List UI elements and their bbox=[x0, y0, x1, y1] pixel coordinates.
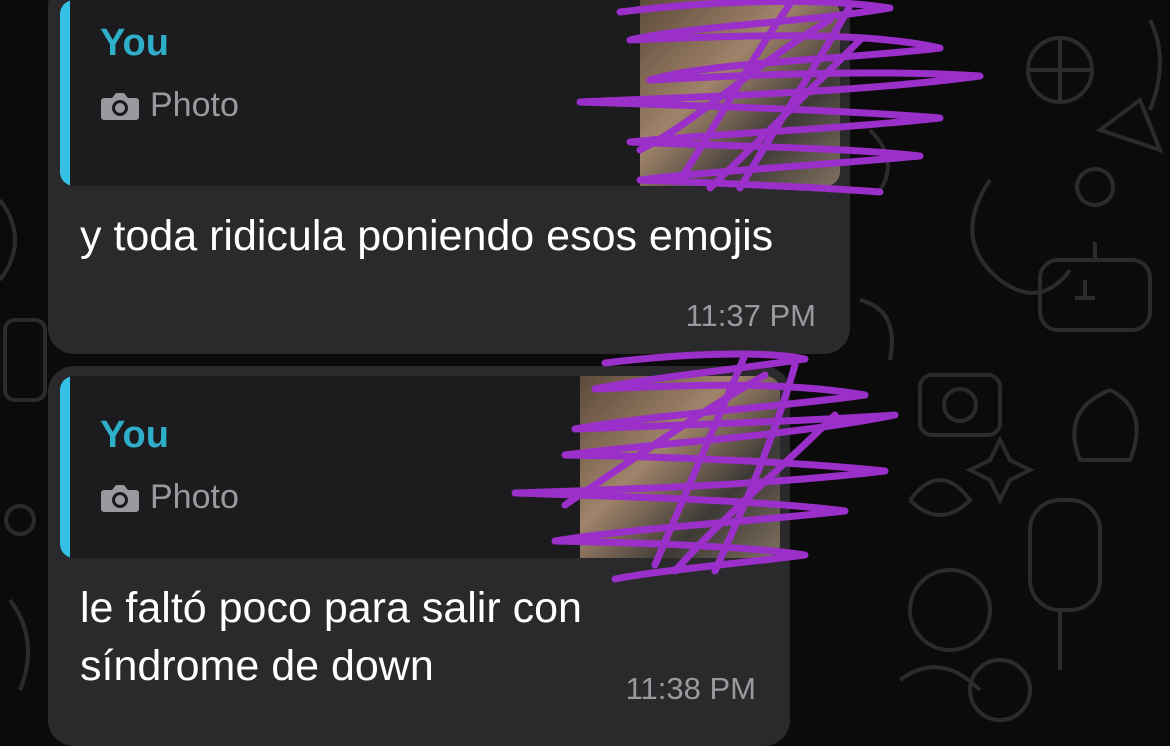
quoted-media-text: Photo bbox=[150, 478, 239, 516]
quoted-photo-thumbnail bbox=[640, 0, 840, 186]
message-bubble[interactable]: You Photo y toda ridicula poniendo esos … bbox=[48, 0, 850, 354]
quoted-author: You bbox=[100, 414, 169, 456]
camera-icon bbox=[101, 92, 139, 120]
quoted-message[interactable]: You Photo bbox=[60, 0, 840, 186]
message-text: y toda ridicula poniendo esos emojis bbox=[80, 212, 774, 260]
quoted-photo-thumbnail bbox=[580, 376, 780, 558]
message-timestamp: 11:37 PM bbox=[685, 298, 816, 333]
quoted-media-label: Photo bbox=[100, 86, 239, 125]
quoted-media-label: Photo bbox=[100, 478, 239, 517]
quoted-message[interactable]: You Photo bbox=[60, 376, 780, 558]
quoted-author: You bbox=[100, 22, 169, 64]
message-bubble[interactable]: You Photo le faltó poco para salir con s… bbox=[48, 366, 790, 746]
quote-accent-bar bbox=[60, 376, 70, 558]
camera-icon bbox=[101, 484, 139, 512]
quote-accent-bar bbox=[60, 0, 70, 186]
quoted-media-text: Photo bbox=[150, 86, 239, 124]
message-timestamp: 11:38 PM bbox=[625, 671, 756, 706]
